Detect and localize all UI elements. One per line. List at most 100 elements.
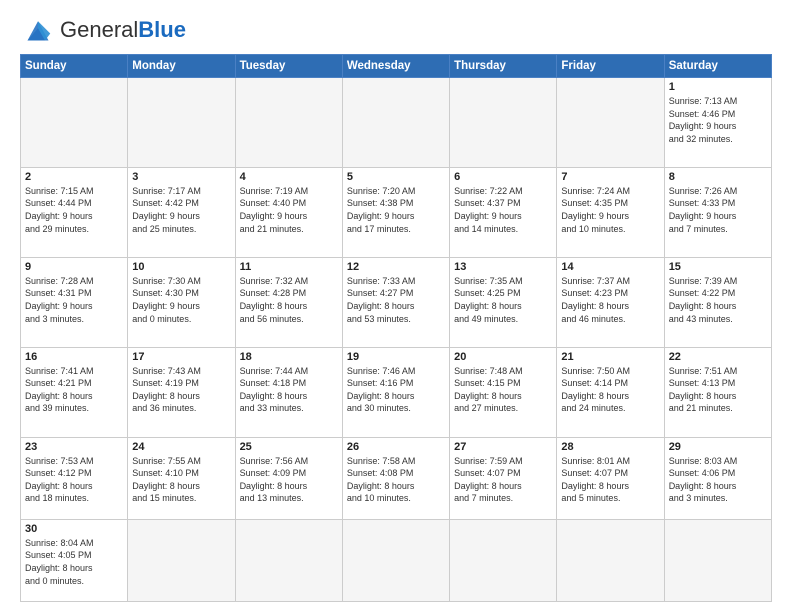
calendar-day: 17 Sunrise: 7:43 AM Sunset: 4:19 PM Dayli… — [128, 347, 235, 437]
day-info: Sunrise: 7:53 AM Sunset: 4:12 PM Dayligh… — [25, 455, 123, 505]
calendar-week-row: 2 Sunrise: 7:15 AM Sunset: 4:44 PM Daylig… — [21, 167, 772, 257]
weekday-header-row: SundayMondayTuesdayWednesdayThursdayFrid… — [21, 55, 772, 78]
day-number: 30 — [25, 523, 123, 535]
calendar-day: 13Sunrise: 7:35 AM Sunset: 4:25 PM Dayli… — [450, 257, 557, 347]
day-info: Sunrise: 7:33 AM Sunset: 4:27 PM Dayligh… — [347, 275, 445, 325]
calendar-day: 11Sunrise: 7:32 AM Sunset: 4:28 PM Dayli… — [235, 257, 342, 347]
day-number: 25 — [240, 441, 338, 453]
calendar-day: 22 Sunrise: 7:51 AM Sunset: 4:13 PM Dayli… — [664, 347, 771, 437]
day-info: Sunrise: 7:13 AM Sunset: 4:46 PM Dayligh… — [669, 95, 767, 145]
calendar-day: 12 Sunrise: 7:33 AM Sunset: 4:27 PM Dayli… — [342, 257, 449, 347]
calendar-day: 1Sunrise: 7:13 AM Sunset: 4:46 PM Daylig… — [664, 78, 771, 168]
logo-icon — [20, 16, 56, 44]
day-info: Sunrise: 7:24 AM Sunset: 4:35 PM Dayligh… — [561, 185, 659, 235]
day-info: Sunrise: 7:30 AM Sunset: 4:30 PM Dayligh… — [132, 275, 230, 325]
weekday-header-saturday: Saturday — [664, 55, 771, 78]
day-info: Sunrise: 7:55 AM Sunset: 4:10 PM Dayligh… — [132, 455, 230, 505]
day-number: 8 — [669, 171, 767, 183]
calendar-day: 29 Sunrise: 8:03 AM Sunset: 4:06 PM Dayli… — [664, 437, 771, 519]
day-number: 24 — [132, 441, 230, 453]
calendar-day: 4 Sunrise: 7:19 AM Sunset: 4:40 PM Daylig… — [235, 167, 342, 257]
calendar-day: 25Sunrise: 7:56 AM Sunset: 4:09 PM Dayli… — [235, 437, 342, 519]
calendar-day — [21, 78, 128, 168]
day-number: 21 — [561, 351, 659, 363]
calendar-day — [235, 78, 342, 168]
calendar: SundayMondayTuesdayWednesdayThursdayFrid… — [20, 54, 772, 602]
calendar-week-row: 30Sunrise: 8:04 AM Sunset: 4:05 PM Dayli… — [21, 519, 772, 601]
day-number: 18 — [240, 351, 338, 363]
calendar-day — [342, 78, 449, 168]
day-number: 17 — [132, 351, 230, 363]
calendar-day — [557, 78, 664, 168]
calendar-day — [450, 519, 557, 601]
day-info: Sunrise: 7:28 AM Sunset: 4:31 PM Dayligh… — [25, 275, 123, 325]
day-number: 15 — [669, 261, 767, 273]
day-number: 9 — [25, 261, 123, 273]
day-info: Sunrise: 7:20 AM Sunset: 4:38 PM Dayligh… — [347, 185, 445, 235]
day-info: Sunrise: 7:19 AM Sunset: 4:40 PM Dayligh… — [240, 185, 338, 235]
day-info: Sunrise: 7:15 AM Sunset: 4:44 PM Dayligh… — [25, 185, 123, 235]
calendar-day: 16 Sunrise: 7:41 AM Sunset: 4:21 PM Dayli… — [21, 347, 128, 437]
calendar-day: 27 Sunrise: 7:59 AM Sunset: 4:07 PM Dayli… — [450, 437, 557, 519]
calendar-day — [342, 519, 449, 601]
day-info: Sunrise: 8:01 AM Sunset: 4:07 PM Dayligh… — [561, 455, 659, 505]
day-number: 16 — [25, 351, 123, 363]
calendar-week-row: 9 Sunrise: 7:28 AM Sunset: 4:31 PM Daylig… — [21, 257, 772, 347]
day-info: Sunrise: 7:44 AM Sunset: 4:18 PM Dayligh… — [240, 365, 338, 415]
calendar-day — [557, 519, 664, 601]
weekday-header-wednesday: Wednesday — [342, 55, 449, 78]
calendar-day: 8 Sunrise: 7:26 AM Sunset: 4:33 PM Daylig… — [664, 167, 771, 257]
calendar-day: 19Sunrise: 7:46 AM Sunset: 4:16 PM Dayli… — [342, 347, 449, 437]
day-info: Sunrise: 7:41 AM Sunset: 4:21 PM Dayligh… — [25, 365, 123, 415]
calendar-day: 26 Sunrise: 7:58 AM Sunset: 4:08 PM Dayli… — [342, 437, 449, 519]
weekday-header-monday: Monday — [128, 55, 235, 78]
calendar-day: 24 Sunrise: 7:55 AM Sunset: 4:10 PM Dayli… — [128, 437, 235, 519]
day-number: 27 — [454, 441, 552, 453]
day-number: 26 — [347, 441, 445, 453]
calendar-day: 5Sunrise: 7:20 AM Sunset: 4:38 PM Daylig… — [342, 167, 449, 257]
calendar-day: 23 Sunrise: 7:53 AM Sunset: 4:12 PM Dayli… — [21, 437, 128, 519]
calendar-day: 10 Sunrise: 7:30 AM Sunset: 4:30 PM Dayli… — [128, 257, 235, 347]
day-info: Sunrise: 7:22 AM Sunset: 4:37 PM Dayligh… — [454, 185, 552, 235]
day-info: Sunrise: 7:39 AM Sunset: 4:22 PM Dayligh… — [669, 275, 767, 325]
calendar-day: 15 Sunrise: 7:39 AM Sunset: 4:22 PM Dayli… — [664, 257, 771, 347]
day-info: Sunrise: 7:43 AM Sunset: 4:19 PM Dayligh… — [132, 365, 230, 415]
day-number: 29 — [669, 441, 767, 453]
calendar-day: 21Sunrise: 7:50 AM Sunset: 4:14 PM Dayli… — [557, 347, 664, 437]
day-number: 7 — [561, 171, 659, 183]
day-number: 12 — [347, 261, 445, 273]
logo: GeneralBlue — [20, 16, 186, 44]
calendar-day: 9 Sunrise: 7:28 AM Sunset: 4:31 PM Daylig… — [21, 257, 128, 347]
day-number: 3 — [132, 171, 230, 183]
logo-text: GeneralBlue — [60, 17, 186, 43]
weekday-header-tuesday: Tuesday — [235, 55, 342, 78]
day-number: 14 — [561, 261, 659, 273]
weekday-header-friday: Friday — [557, 55, 664, 78]
calendar-day: 3Sunrise: 7:17 AM Sunset: 4:42 PM Daylig… — [128, 167, 235, 257]
day-info: Sunrise: 7:59 AM Sunset: 4:07 PM Dayligh… — [454, 455, 552, 505]
day-number: 23 — [25, 441, 123, 453]
day-info: Sunrise: 8:03 AM Sunset: 4:06 PM Dayligh… — [669, 455, 767, 505]
calendar-day: 28 Sunrise: 8:01 AM Sunset: 4:07 PM Dayli… — [557, 437, 664, 519]
calendar-week-row: 16 Sunrise: 7:41 AM Sunset: 4:21 PM Dayli… — [21, 347, 772, 437]
day-number: 19 — [347, 351, 445, 363]
day-info: Sunrise: 7:51 AM Sunset: 4:13 PM Dayligh… — [669, 365, 767, 415]
day-info: Sunrise: 7:48 AM Sunset: 4:15 PM Dayligh… — [454, 365, 552, 415]
day-number: 4 — [240, 171, 338, 183]
day-info: Sunrise: 7:58 AM Sunset: 4:08 PM Dayligh… — [347, 455, 445, 505]
day-info: Sunrise: 7:37 AM Sunset: 4:23 PM Dayligh… — [561, 275, 659, 325]
header: GeneralBlue — [20, 16, 772, 44]
calendar-week-row: 1Sunrise: 7:13 AM Sunset: 4:46 PM Daylig… — [21, 78, 772, 168]
calendar-day: 18 Sunrise: 7:44 AM Sunset: 4:18 PM Dayli… — [235, 347, 342, 437]
calendar-day: 2 Sunrise: 7:15 AM Sunset: 4:44 PM Daylig… — [21, 167, 128, 257]
day-number: 22 — [669, 351, 767, 363]
day-number: 20 — [454, 351, 552, 363]
day-number: 13 — [454, 261, 552, 273]
calendar-day: 14 Sunrise: 7:37 AM Sunset: 4:23 PM Dayli… — [557, 257, 664, 347]
calendar-day: 7 Sunrise: 7:24 AM Sunset: 4:35 PM Daylig… — [557, 167, 664, 257]
day-number: 10 — [132, 261, 230, 273]
calendar-day: 6Sunrise: 7:22 AM Sunset: 4:37 PM Daylig… — [450, 167, 557, 257]
day-info: Sunrise: 7:26 AM Sunset: 4:33 PM Dayligh… — [669, 185, 767, 235]
day-number: 2 — [25, 171, 123, 183]
day-number: 28 — [561, 441, 659, 453]
